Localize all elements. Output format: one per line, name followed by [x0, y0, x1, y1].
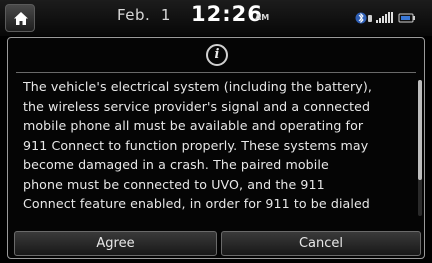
battery-icon — [398, 13, 415, 23]
info-dialog: i The vehicle's electrical system (inclu… — [7, 37, 425, 259]
signal-strength-icon — [376, 12, 393, 23]
bluetooth-phone-icon — [355, 12, 372, 24]
date-display: Feb. 1 — [117, 6, 171, 24]
agree-button[interactable]: Agree — [14, 231, 217, 256]
status-icons — [355, 12, 415, 24]
cancel-button[interactable]: Cancel — [221, 231, 421, 256]
dialog-message: The vehicle's electrical system (includi… — [23, 79, 372, 211]
divider — [16, 72, 416, 73]
home-icon — [14, 12, 28, 25]
home-button[interactable] — [5, 4, 35, 32]
status-bar: Feb. 1 12:26 AM — [0, 0, 432, 36]
ampm-indicator: AM — [255, 13, 270, 22]
scroll-thumb[interactable] — [418, 80, 422, 180]
time-display: 12:26 — [191, 2, 263, 26]
scrollbar[interactable] — [418, 80, 422, 216]
screen: Feb. 1 12:26 AM i The vehicle's electric… — [0, 0, 432, 263]
info-icon: i — [206, 44, 228, 66]
